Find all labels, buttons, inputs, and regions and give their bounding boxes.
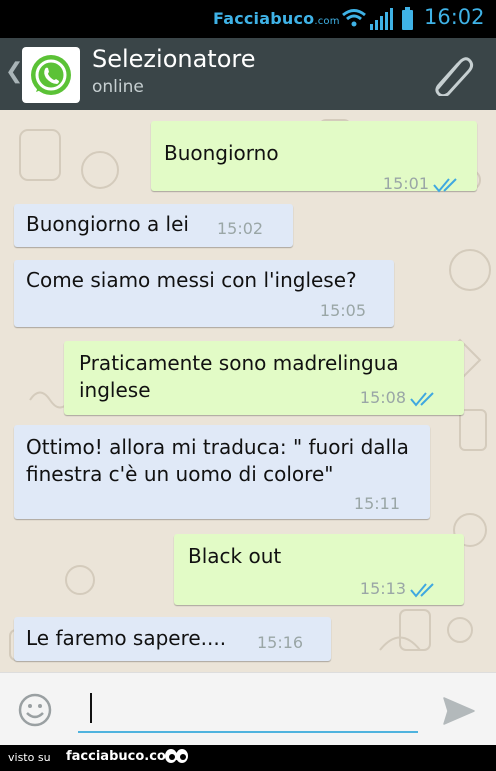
message-out[interactable]: Buongiorno 15:01 — [151, 121, 477, 193]
battery-icon — [402, 7, 413, 30]
eyes-logo-icon — [165, 749, 188, 763]
message-time: 15:16 — [257, 633, 304, 652]
send-icon[interactable] — [442, 696, 476, 726]
message-time: 15:13 — [359, 579, 406, 598]
message-input[interactable] — [78, 687, 418, 733]
signal-icon — [370, 8, 393, 30]
message-text: Le faremo sapere.... — [26, 626, 227, 650]
watermark-footer: visto su facciabuco.com — [0, 745, 496, 771]
status-icons — [342, 7, 413, 30]
double-check-icon — [410, 582, 434, 598]
avatar[interactable] — [22, 47, 80, 103]
message-out[interactable]: Praticamente sono madrelingua inglese 15… — [64, 341, 464, 415]
message-text: Buongiorno — [164, 141, 279, 165]
chat-area[interactable]: Buongiorno 15:01 Buongiorno a lei 15:02 … — [0, 110, 496, 672]
contact-status: online — [92, 77, 144, 97]
message-time: 15:02 — [217, 219, 264, 238]
footer-visto: visto su — [8, 751, 51, 764]
message-time: 15:05 — [319, 301, 366, 320]
paperclip-icon[interactable] — [430, 52, 476, 96]
status-time: 16:02 — [424, 5, 485, 29]
composer-bar — [0, 672, 496, 746]
whatsapp-icon — [24, 49, 78, 101]
message-time: 15:11 — [353, 494, 400, 513]
message-time: 15:01 — [382, 174, 429, 193]
footer-site: facciabuco.com — [66, 749, 180, 764]
double-check-icon — [410, 391, 434, 407]
status-bar: Facciabuco.com 16:02 — [0, 0, 496, 38]
status-brand: Facciabuco.com — [213, 9, 340, 28]
message-text: Ottimo! allora mi traduca: " fuori dalla… — [26, 435, 409, 486]
message-text: Come siamo messi con l'inglese? — [26, 268, 357, 292]
message-out[interactable]: Black out 15:13 — [174, 534, 464, 605]
wifi-icon — [342, 9, 366, 27]
message-time: 15:08 — [359, 388, 406, 407]
emoji-icon[interactable] — [18, 693, 52, 727]
double-check-icon — [433, 177, 457, 193]
back-icon[interactable]: ❮ — [5, 59, 23, 84]
message-in[interactable]: Ottimo! allora mi traduca: " fuori dalla… — [14, 425, 430, 519]
message-in[interactable]: Come siamo messi con l'inglese? 15:05 — [14, 260, 394, 327]
text-cursor — [90, 693, 92, 723]
chat-header: ❮ Selezionatore online — [0, 38, 496, 110]
contact-name[interactable]: Selezionatore — [92, 45, 256, 73]
message-in[interactable]: Le faremo sapere.... 15:16 — [14, 617, 331, 661]
message-text: Black out — [188, 544, 282, 568]
message-in[interactable]: Buongiorno a lei 15:02 — [14, 204, 293, 247]
message-text: Buongiorno a lei — [26, 212, 189, 236]
